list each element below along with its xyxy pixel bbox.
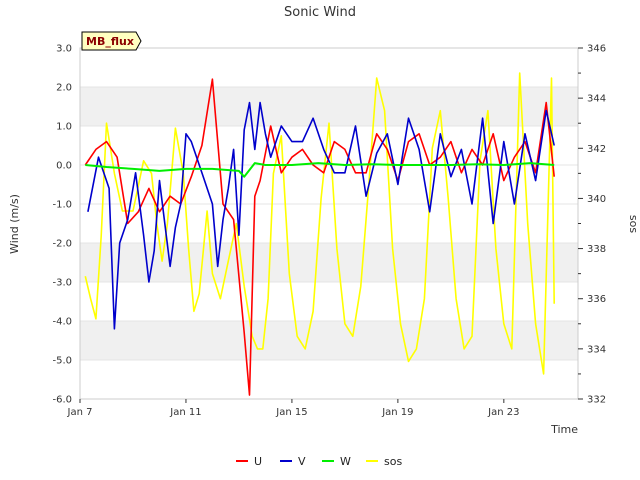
- grid-band: [80, 321, 578, 360]
- chart-title: Sonic Wind: [284, 5, 356, 20]
- legend-label-w: W: [340, 455, 351, 468]
- y2-tick-label: 336: [587, 294, 606, 305]
- y-tick-label: 3.0: [56, 44, 72, 55]
- x-tick-label: Jan 15: [275, 407, 307, 418]
- y-tick-label: 0.0: [56, 161, 72, 172]
- legend-label-v: V: [298, 455, 306, 468]
- y-tick-label: -6.0: [52, 395, 72, 406]
- y2-tick-label: 332: [587, 395, 606, 406]
- site-label-box: MB_flux: [81, 31, 142, 51]
- series-line-v: [87, 101, 555, 330]
- y-tick-label: -2.0: [52, 239, 72, 250]
- y-tick-label: -1.0: [52, 200, 72, 211]
- y2-tick-label: 340: [587, 194, 606, 205]
- y-axis-ticks: -6.0 -5.0 -4.0 -3.0 -2.0 -1.0 0.0 1.0 2.0 3.0: [52, 44, 72, 406]
- legend-label-sos: sos: [384, 455, 402, 468]
- y2-tick-label: 334: [587, 344, 606, 355]
- y-tick-label: -4.0: [52, 317, 72, 328]
- y2-axis-ticks: 332 334 336 338 340 342 344 346: [578, 44, 606, 406]
- legend-label-u: U: [254, 455, 262, 468]
- y-tick-label: -3.0: [52, 278, 72, 289]
- sonic-wind-chart: Sonic Wind MB_flux Jan 7 Jan 11 Jan 15 Jan …: [8, 5, 640, 468]
- x-axis-ticks: Jan 7 Jan 11 Jan 15 Jan 19 Jan 23: [67, 399, 519, 418]
- y-tick-label: -5.0: [52, 356, 72, 367]
- legend: U V Wsos: [236, 455, 402, 468]
- x-tick-label: Jan 23: [487, 407, 519, 418]
- site-label: MB_flux: [86, 35, 134, 48]
- y-axis-label: Wind (m/s): [8, 194, 21, 254]
- y2-tick-label: 342: [587, 144, 606, 155]
- x-axis-label: Time: [550, 423, 578, 436]
- grid-band: [80, 87, 578, 126]
- x-tick-label: Jan 19: [381, 407, 413, 418]
- y2-axis-label: sos: [627, 215, 640, 233]
- y-tick-label: 1.0: [56, 122, 72, 133]
- x-tick-label: Jan 11: [169, 407, 201, 418]
- y-tick-label: 2.0: [56, 83, 72, 94]
- x-tick-label: Jan 7: [67, 407, 93, 418]
- y2-tick-label: 346: [587, 44, 606, 55]
- grid-bands: [80, 47, 578, 400]
- y2-tick-label: 338: [587, 244, 606, 255]
- y2-tick-label: 344: [587, 94, 606, 105]
